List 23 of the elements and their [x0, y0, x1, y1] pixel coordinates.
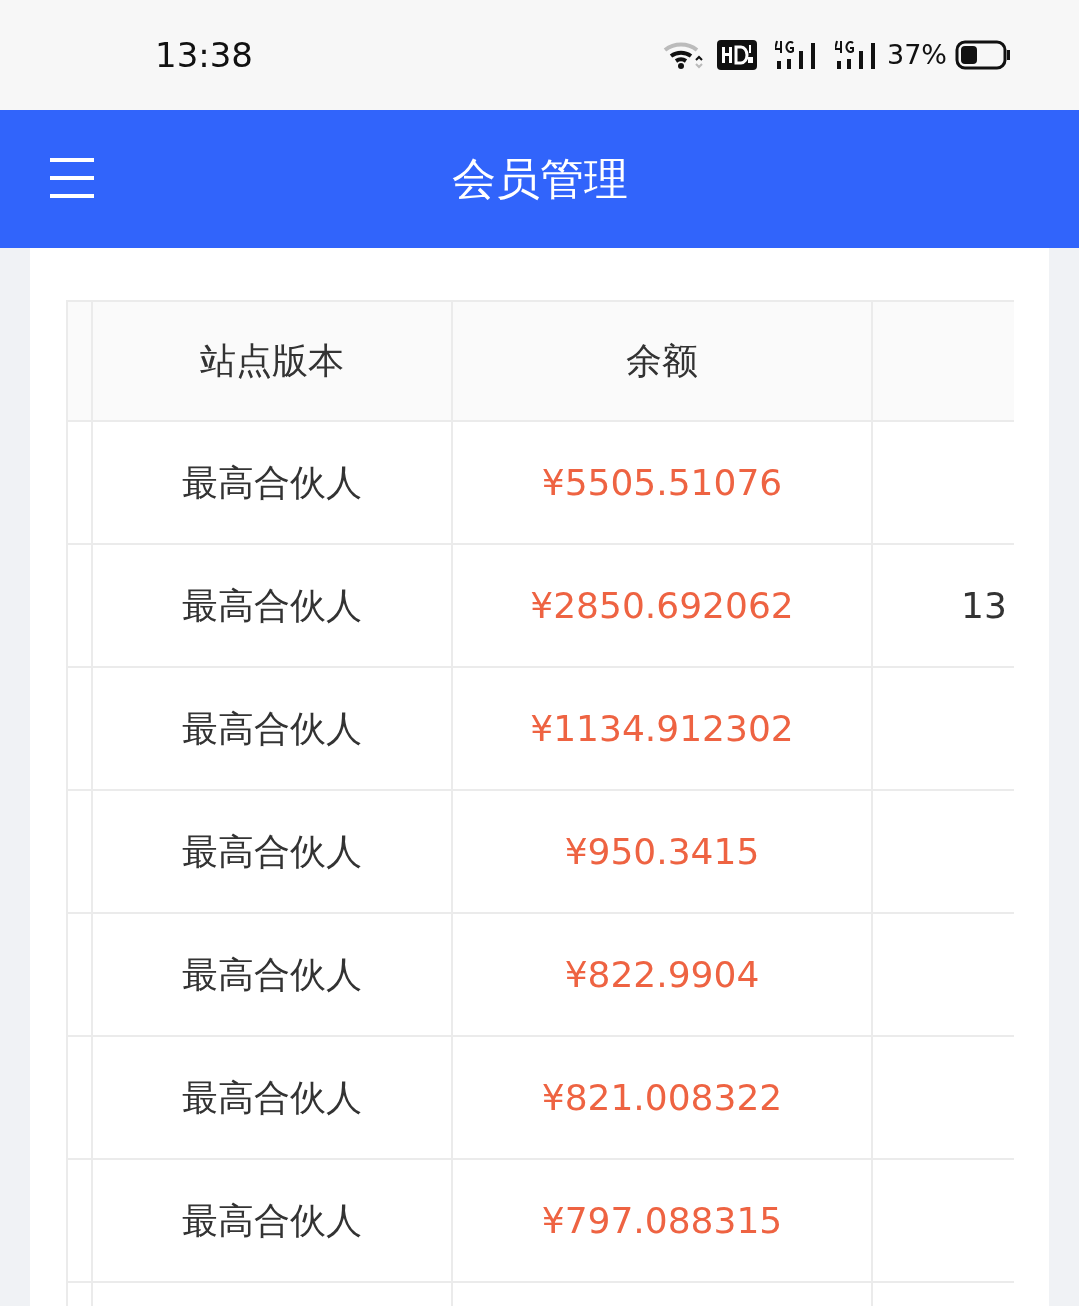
menu-icon[interactable]	[50, 158, 94, 198]
column-header: 站点版本	[92, 301, 452, 421]
column-header: 余额	[452, 301, 872, 421]
hd-icon	[717, 40, 757, 70]
table-cell: 最高合伙人	[92, 421, 452, 544]
table-cell: 最高合伙人	[92, 667, 452, 790]
balance-cell: ¥950.3415	[452, 790, 872, 913]
battery-percent: 37%	[887, 37, 947, 72]
balance-cell: ¥797.088315	[452, 1159, 872, 1282]
balance-cell: ¥822.9904	[452, 913, 872, 1036]
balance-cell: ¥1134.912302	[452, 667, 872, 790]
wifi-icon	[663, 40, 703, 70]
page-title: 会员管理	[451, 152, 628, 206]
table-cell: 最高合伙人	[92, 1036, 452, 1159]
balance-cell: ¥2850.692062	[452, 544, 872, 667]
table-cell: 最高合伙人	[92, 790, 452, 913]
table-cell: 最高合伙人	[92, 1159, 452, 1282]
balance-cell: ¥5505.51076	[452, 421, 872, 544]
battery-icon	[955, 40, 1011, 70]
table-cell: 最高合伙人	[92, 913, 452, 1036]
status-time: 13:38	[155, 33, 253, 77]
balance-cell: ¥821.008322	[452, 1036, 872, 1159]
table-cell: 最高合伙人	[92, 544, 452, 667]
